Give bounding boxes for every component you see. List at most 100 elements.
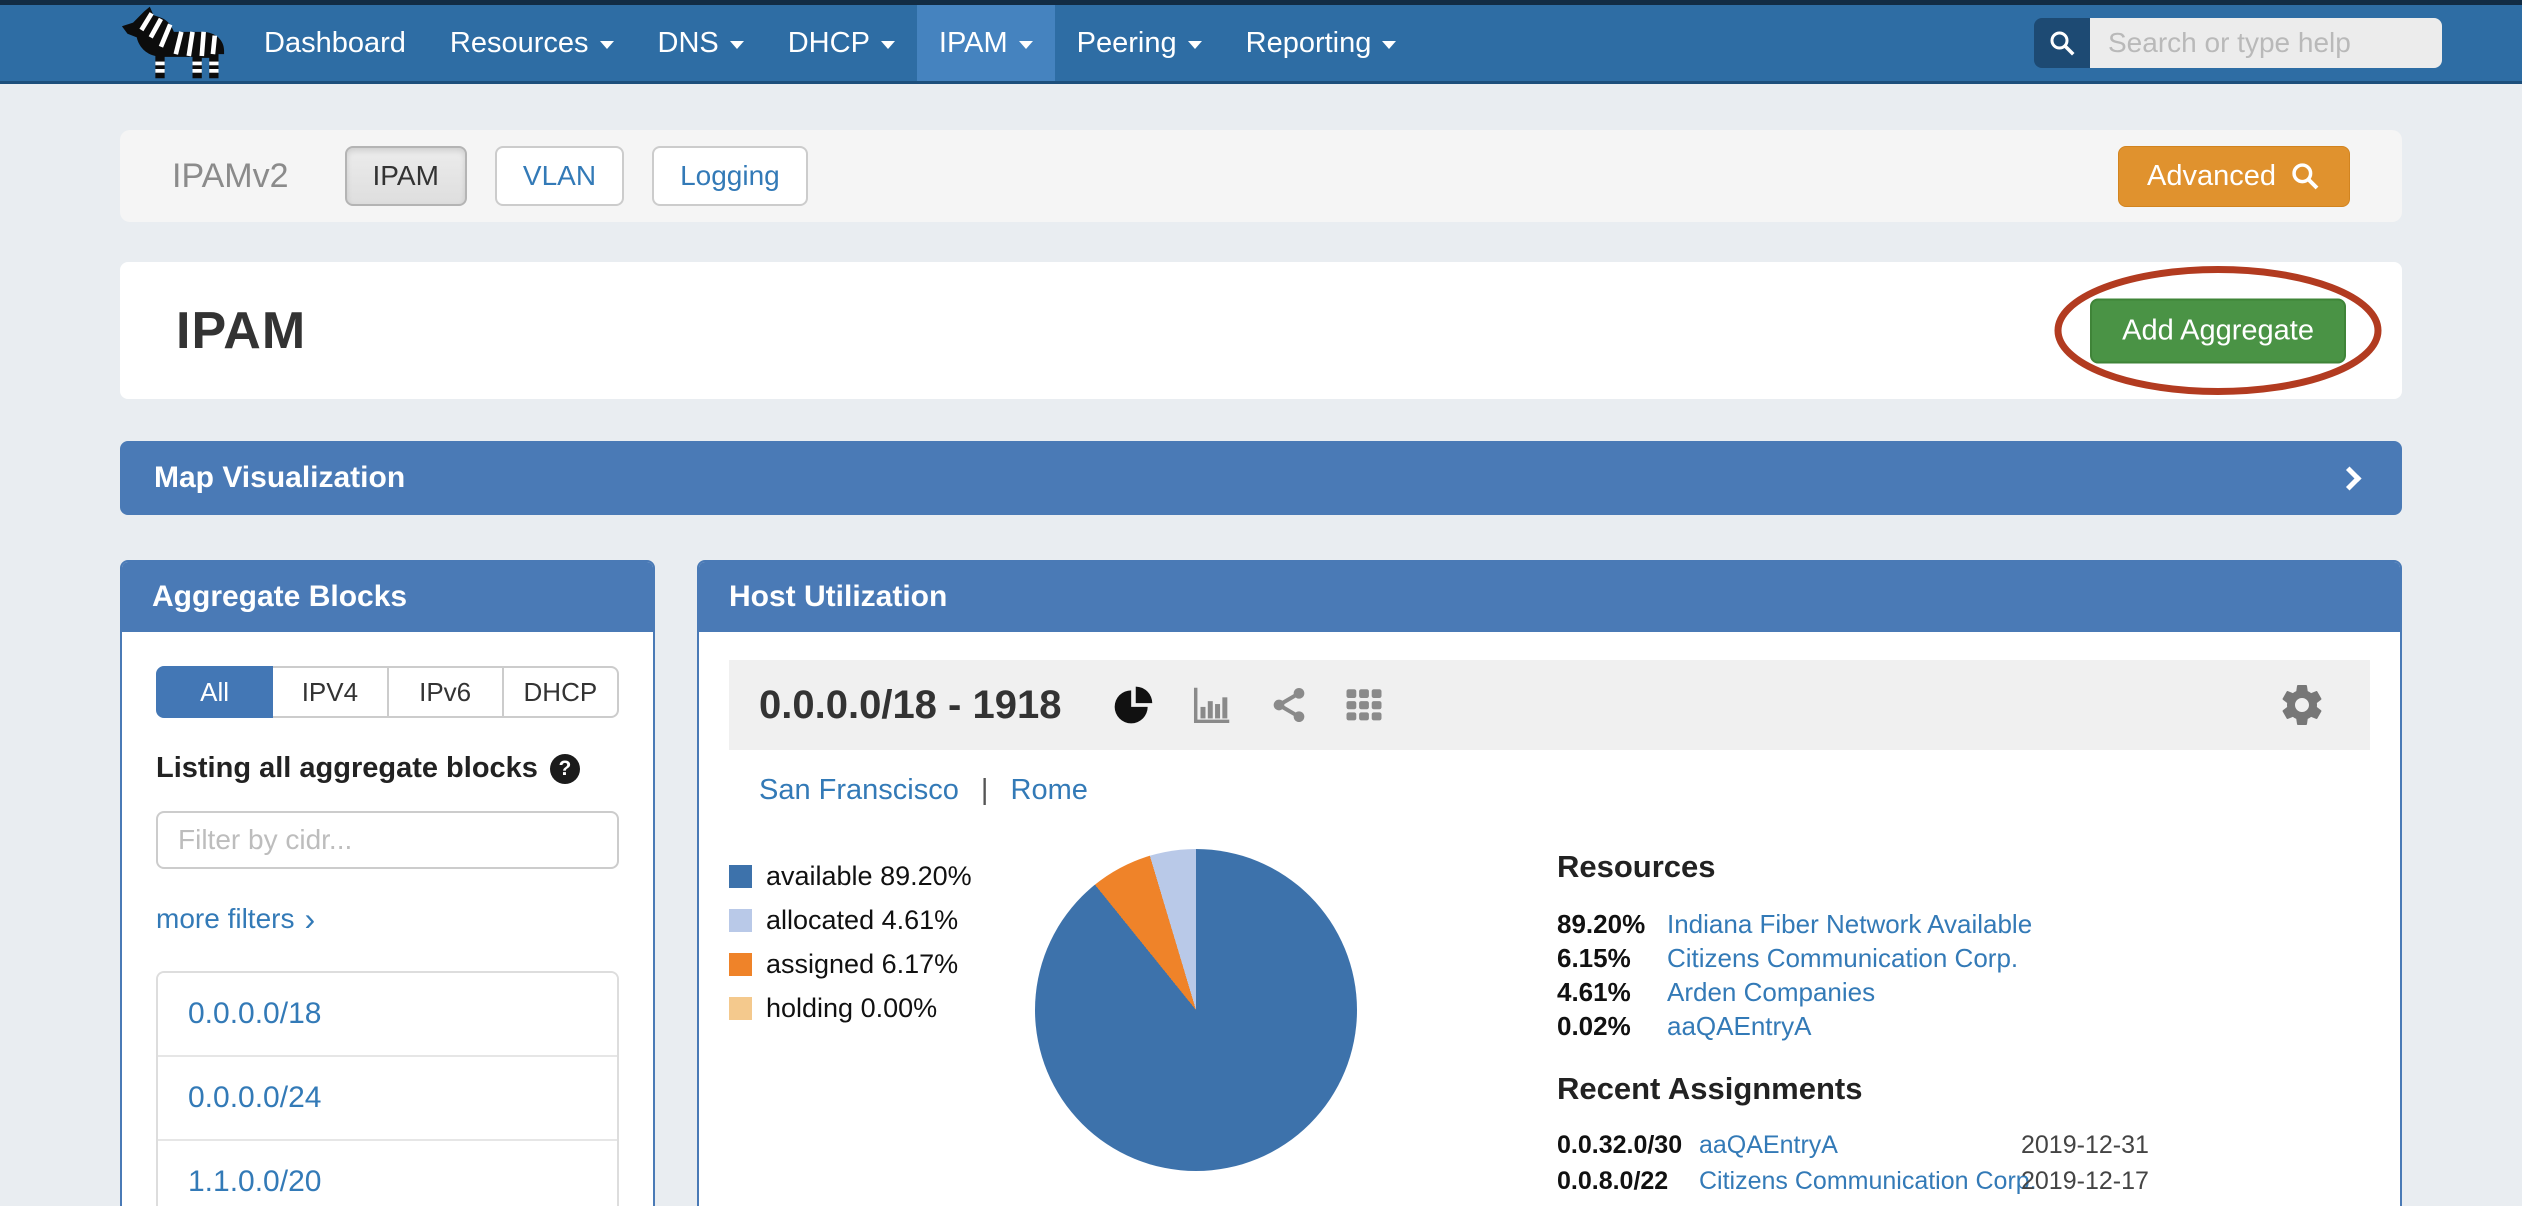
resource-percent: 4.61% xyxy=(1557,975,1657,1009)
chevron-right-icon xyxy=(2337,466,2361,490)
assignment-cidr: 0.0.32.0/30 xyxy=(1557,1127,1687,1163)
resource-row: 89.20% Indiana Fiber Network Available xyxy=(1557,907,2149,941)
resource-row: 0.02% aaQAEntryA xyxy=(1557,1009,2149,1043)
zebra-logo-icon[interactable] xyxy=(112,5,234,81)
filter-tab-ipv6[interactable]: IPv6 xyxy=(389,666,504,718)
search-icon xyxy=(2047,28,2077,58)
filter-tab-all[interactable]: All xyxy=(156,666,273,718)
nav-item-label: Peering xyxy=(1077,27,1177,60)
map-visualization-bar[interactable]: Map Visualization xyxy=(120,441,2402,515)
top-navbar: Dashboard Resources DNS DHCP IPAM Peerin… xyxy=(0,0,2522,84)
assignment-link[interactable]: aaQAEntryA xyxy=(1699,1127,2009,1163)
nav-item-label: Dashboard xyxy=(264,27,406,60)
assignment-date: 2019-12-31 xyxy=(2021,1127,2149,1163)
location-link-san-franscisco[interactable]: San Franscisco xyxy=(759,774,959,806)
legend-label: assigned 6.17% xyxy=(766,949,958,980)
legend-row: holding 0.00% xyxy=(729,993,1035,1024)
grid-icon[interactable] xyxy=(1343,684,1385,726)
search-icon xyxy=(2289,160,2321,192)
resource-link[interactable]: Arden Companies xyxy=(1667,975,2149,1009)
resource-link[interactable]: Citizens Communication Corp. xyxy=(1667,941,2149,975)
legend-swatch xyxy=(729,909,752,932)
caret-down-icon xyxy=(1019,41,1033,49)
nav-item-label: Reporting xyxy=(1246,27,1372,60)
bar-chart-icon[interactable] xyxy=(1189,682,1235,728)
resource-percent: 6.15% xyxy=(1557,941,1657,975)
aggregate-list-item[interactable]: 1.1.0.0/20 xyxy=(158,1139,617,1206)
caret-down-icon xyxy=(881,41,895,49)
assignment-cidr: 0.0.8.0/22 xyxy=(1557,1163,1687,1199)
pie-chart-icon[interactable] xyxy=(1111,683,1155,727)
location-links: San Franscisco | Rome xyxy=(729,774,2370,807)
recent-assignments-heading: Recent Assignments xyxy=(1557,1071,2149,1107)
resource-row: 6.15% Citizens Communication Corp. xyxy=(1557,941,2149,975)
chevron-right-icon: › xyxy=(304,906,315,932)
search-button[interactable] xyxy=(2034,18,2090,68)
resources-heading: Resources xyxy=(1557,849,2149,885)
utilization-pie-chart xyxy=(1035,849,1357,1171)
main-menu: Dashboard Resources DNS DHCP IPAM Peerin… xyxy=(242,5,1418,81)
nav-item-label: DHCP xyxy=(788,27,870,60)
assignment-link[interactable]: Citizens Communication Corp. xyxy=(1699,1163,2009,1199)
caret-down-icon xyxy=(600,41,614,49)
caret-down-icon xyxy=(1382,41,1396,49)
filter-tab-dhcp[interactable]: DHCP xyxy=(504,666,619,718)
resource-row: 4.61% Arden Companies xyxy=(1557,975,2149,1009)
resource-link[interactable]: aaQAEntryA xyxy=(1667,1009,2149,1043)
aggregate-list-item[interactable]: 0.0.0.0/24 xyxy=(158,1055,617,1139)
aggregate-filter-tabs: All IPV4 IPv6 DHCP xyxy=(156,666,619,718)
location-separator: | xyxy=(981,774,989,806)
nav-item-dns[interactable]: DNS xyxy=(636,5,766,81)
nav-item-dashboard[interactable]: Dashboard xyxy=(242,5,428,81)
listing-label-text: Listing all aggregate blocks xyxy=(156,752,538,785)
nav-item-label: IPAM xyxy=(939,27,1008,60)
tab-vlan[interactable]: VLAN xyxy=(495,146,624,206)
tab-ipam[interactable]: IPAM xyxy=(345,146,467,206)
resource-link[interactable]: Indiana Fiber Network Available xyxy=(1667,907,2149,941)
more-filters-link[interactable]: more filters › xyxy=(156,903,619,935)
block-heading: 0.0.0.0/18 - 1918 xyxy=(759,683,1061,728)
legend-row: available 89.20% xyxy=(729,861,1035,892)
gear-icon[interactable] xyxy=(2278,681,2326,729)
legend-swatch xyxy=(729,997,752,1020)
host-utilization-panel: Host Utilization 0.0.0.0/18 - 1918 xyxy=(697,560,2402,1206)
share-icon[interactable] xyxy=(1269,685,1309,725)
tab-logging[interactable]: Logging xyxy=(652,146,808,206)
caret-down-icon xyxy=(730,41,744,49)
filter-tab-ipv4[interactable]: IPV4 xyxy=(273,666,388,718)
map-visualization-label: Map Visualization xyxy=(154,461,405,495)
assignment-row: 0.0.8.0/22 Citizens Communication Corp. … xyxy=(1557,1163,2149,1199)
more-filters-label: more filters xyxy=(156,903,294,935)
legend-row: allocated 4.61% xyxy=(729,905,1035,936)
legend-row: assigned 6.17% xyxy=(729,949,1035,980)
location-link-rome[interactable]: Rome xyxy=(1011,774,1088,806)
nav-item-ipam[interactable]: IPAM xyxy=(917,5,1055,81)
nav-item-peering[interactable]: Peering xyxy=(1055,5,1224,81)
global-search xyxy=(2034,18,2442,68)
add-aggregate-button[interactable]: Add Aggregate xyxy=(2090,298,2346,363)
advanced-label: Advanced xyxy=(2147,160,2276,193)
nav-item-dhcp[interactable]: DHCP xyxy=(766,5,917,81)
nav-item-label: DNS xyxy=(658,27,719,60)
listing-label: Listing all aggregate blocks ? xyxy=(156,752,619,785)
search-input[interactable] xyxy=(2090,18,2442,68)
page-title: IPAM xyxy=(176,301,306,361)
recent-assignments-list: 0.0.32.0/30 aaQAEntryA 2019-12-31 0.0.8.… xyxy=(1557,1127,2149,1199)
legend-swatch xyxy=(729,953,752,976)
aggregate-list-item[interactable]: 0.0.0.0/18 xyxy=(158,973,617,1055)
aggregate-blocks-panel: Aggregate Blocks All IPV4 IPv6 DHCP List… xyxy=(120,560,655,1206)
resource-percent: 89.20% xyxy=(1557,907,1657,941)
block-heading-band: 0.0.0.0/18 - 1918 xyxy=(729,660,2370,750)
aggregate-list: 0.0.0.0/18 0.0.0.0/24 1.1.0.0/20 1.1.0.0… xyxy=(156,971,619,1206)
nav-item-reporting[interactable]: Reporting xyxy=(1224,5,1419,81)
resource-percent: 0.02% xyxy=(1557,1009,1657,1043)
assignment-row: 0.0.32.0/30 aaQAEntryA 2019-12-31 xyxy=(1557,1127,2149,1163)
pie-legend: available 89.20% allocated 4.61% assigne… xyxy=(729,849,1035,1037)
nav-item-resources[interactable]: Resources xyxy=(428,5,636,81)
advanced-search-button[interactable]: Advanced xyxy=(2118,146,2350,207)
caret-down-icon xyxy=(1188,41,1202,49)
question-circle-icon[interactable]: ? xyxy=(550,754,580,784)
aggregate-blocks-title: Aggregate Blocks xyxy=(122,562,653,632)
cidr-filter-input[interactable] xyxy=(156,811,619,869)
legend-label: holding 0.00% xyxy=(766,993,937,1024)
